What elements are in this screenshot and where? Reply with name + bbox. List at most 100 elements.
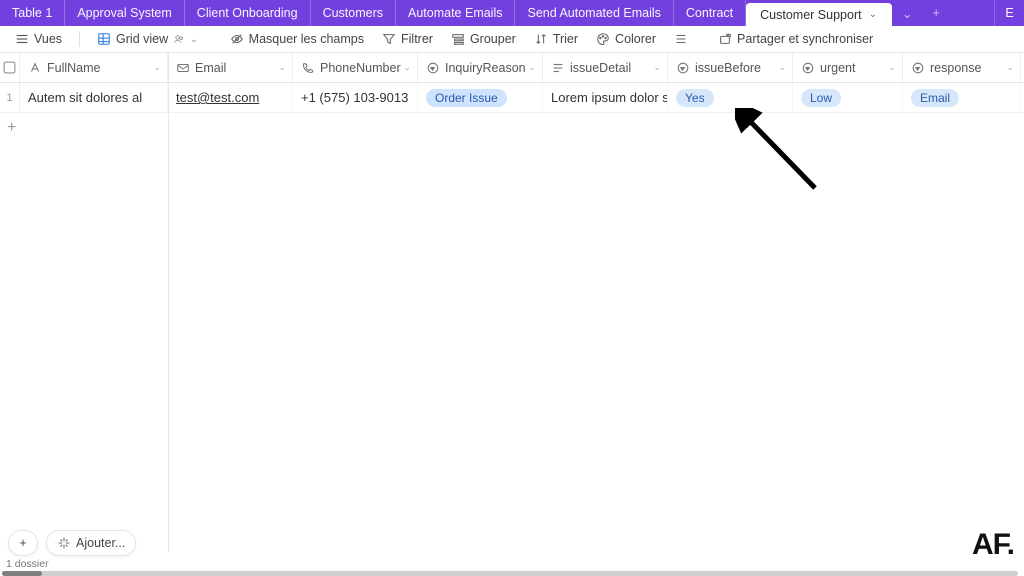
sort-button[interactable]: Trier xyxy=(527,29,585,49)
view-toolbar: Vues Grid view ⌄ Masquer les champs Filt… xyxy=(0,26,1024,53)
status-bar: 1 dossier xyxy=(0,558,1024,572)
chevron-down-icon[interactable]: ⌄ xyxy=(869,9,877,20)
column-label: InquiryReason xyxy=(445,61,526,75)
filter-icon xyxy=(382,32,396,46)
users-icon xyxy=(173,32,185,46)
tab-customer-support[interactable]: Customer Support ⌄ xyxy=(746,3,892,26)
grid-view-button[interactable]: Grid view ⌄ xyxy=(90,29,205,49)
column-headers-row: FullName ⌄ Email ⌄ PhoneNumber ⌄ Inquiry… xyxy=(0,53,1024,83)
cell-phone[interactable]: +1 (575) 103-9013 xyxy=(293,83,418,112)
tab-bar-right-cell[interactable]: E xyxy=(994,0,1024,26)
hide-fields-button[interactable]: Masquer les champs xyxy=(223,29,371,49)
tab-label: Customers xyxy=(323,6,383,20)
frozen-column-divider xyxy=(168,53,169,552)
add-row-button[interactable]: + xyxy=(0,113,1024,143)
group-button[interactable]: Grouper xyxy=(444,29,523,49)
table-row[interactable]: 1 Autem sit dolores al test@test.com +1 … xyxy=(0,83,1024,113)
sort-label: Trier xyxy=(553,32,578,46)
views-button[interactable]: Vues xyxy=(8,29,69,49)
select-all-checkbox[interactable] xyxy=(4,62,16,74)
menu-icon xyxy=(15,32,29,46)
chevron-down-icon[interactable]: ⌄ xyxy=(403,62,411,73)
column-header-response[interactable]: response ⌄ xyxy=(903,53,1021,82)
add-menu-button[interactable]: Ajouter... xyxy=(46,530,136,556)
email-link[interactable]: test@test.com xyxy=(176,90,259,105)
grid-icon xyxy=(97,32,111,46)
tab-customers[interactable]: Customers xyxy=(311,0,396,26)
color-icon xyxy=(596,32,610,46)
tab-label: Send Automated Emails xyxy=(527,6,660,20)
single-select-icon xyxy=(801,61,815,75)
cell-inquiry[interactable]: Order Issue xyxy=(418,83,543,112)
share-sync-button[interactable]: Partager et synchroniser xyxy=(711,29,880,49)
add-label: Ajouter... xyxy=(76,536,125,550)
column-label: PhoneNumber xyxy=(320,61,401,75)
chevron-down-icon[interactable]: ⌄ xyxy=(278,62,286,73)
grid-view-label: Grid view xyxy=(116,32,168,46)
record-count: 1 dossier xyxy=(6,558,49,570)
chevron-down-icon[interactable]: ⌄ xyxy=(528,62,536,73)
sparkle-icon xyxy=(57,536,71,550)
column-label: issueDetail xyxy=(570,61,631,75)
row-height-button[interactable] xyxy=(667,29,695,49)
chevron-down-icon: ⌄ xyxy=(902,6,912,21)
divider xyxy=(79,31,80,47)
eye-off-icon xyxy=(230,32,244,46)
pill-email: Email xyxy=(911,89,959,107)
color-button[interactable]: Colorer xyxy=(589,29,663,49)
column-header-urgent[interactable]: urgent ⌄ xyxy=(793,53,903,82)
select-all-cell[interactable] xyxy=(0,53,20,82)
cell-email[interactable]: test@test.com xyxy=(168,83,293,112)
plus-icon: + xyxy=(932,6,939,20)
tab-contract[interactable]: Contract xyxy=(674,0,746,26)
chevron-down-icon[interactable]: ⌄ xyxy=(778,62,786,73)
chevron-down-icon[interactable]: ⌄ xyxy=(888,62,896,73)
phone-icon xyxy=(301,61,315,75)
column-header-detail[interactable]: issueDetail ⌄ xyxy=(543,53,668,82)
tab-approval-system[interactable]: Approval System xyxy=(65,0,184,26)
column-label: urgent xyxy=(820,61,855,75)
cell-fullname[interactable]: Autem sit dolores al xyxy=(20,83,168,112)
tab-client-onboarding[interactable]: Client Onboarding xyxy=(185,0,311,26)
chevron-down-icon[interactable]: ⌄ xyxy=(1006,62,1014,73)
tab-table-1[interactable]: Table 1 xyxy=(0,0,65,26)
filter-label: Filtrer xyxy=(401,32,433,46)
column-header-email[interactable]: Email ⌄ xyxy=(168,53,293,82)
column-header-before[interactable]: issueBefore ⌄ xyxy=(668,53,793,82)
column-header-phone[interactable]: PhoneNumber ⌄ xyxy=(293,53,418,82)
cell-before[interactable]: Yes xyxy=(668,83,793,112)
text-icon xyxy=(28,61,42,75)
cell-detail[interactable]: Lorem ipsum dolor sit am… xyxy=(543,83,668,112)
email-icon xyxy=(176,61,190,75)
tab-label: Automate Emails xyxy=(408,6,502,20)
column-label: issueBefore xyxy=(695,61,761,75)
sort-icon xyxy=(534,32,548,46)
filter-button[interactable]: Filtrer xyxy=(375,29,440,49)
column-header-inquiry[interactable]: InquiryReason ⌄ xyxy=(418,53,543,82)
color-label: Colorer xyxy=(615,32,656,46)
tab-label: Contract xyxy=(686,6,733,20)
group-icon xyxy=(451,32,465,46)
chevron-down-icon[interactable]: ⌄ xyxy=(653,62,661,73)
single-select-icon xyxy=(676,61,690,75)
group-label: Grouper xyxy=(470,32,516,46)
tab-bar: Table 1 Approval System Client Onboardin… xyxy=(0,0,1024,26)
long-text-icon xyxy=(551,61,565,75)
column-header-fullname[interactable]: FullName ⌄ xyxy=(20,53,168,82)
add-record-button[interactable]: + xyxy=(8,530,38,556)
views-label: Vues xyxy=(34,32,62,46)
share-icon xyxy=(718,32,732,46)
tab-automate-emails[interactable]: Automate Emails xyxy=(396,0,515,26)
add-table-button[interactable]: + xyxy=(922,0,949,26)
horizontal-scrollbar[interactable] xyxy=(2,571,1018,576)
cell-response[interactable]: Email xyxy=(903,83,1021,112)
tab-label: Table 1 xyxy=(12,6,52,20)
tabs-overflow-button[interactable]: ⌄ xyxy=(892,0,922,26)
cell-urgent[interactable]: Low xyxy=(793,83,903,112)
pill-low: Low xyxy=(801,89,841,107)
tab-label: Approval System xyxy=(77,6,171,20)
row-number[interactable]: 1 xyxy=(0,83,20,112)
watermark: AF. xyxy=(972,528,1014,562)
chevron-down-icon[interactable]: ⌄ xyxy=(153,62,161,73)
tab-send-automated-emails[interactable]: Send Automated Emails xyxy=(515,0,673,26)
